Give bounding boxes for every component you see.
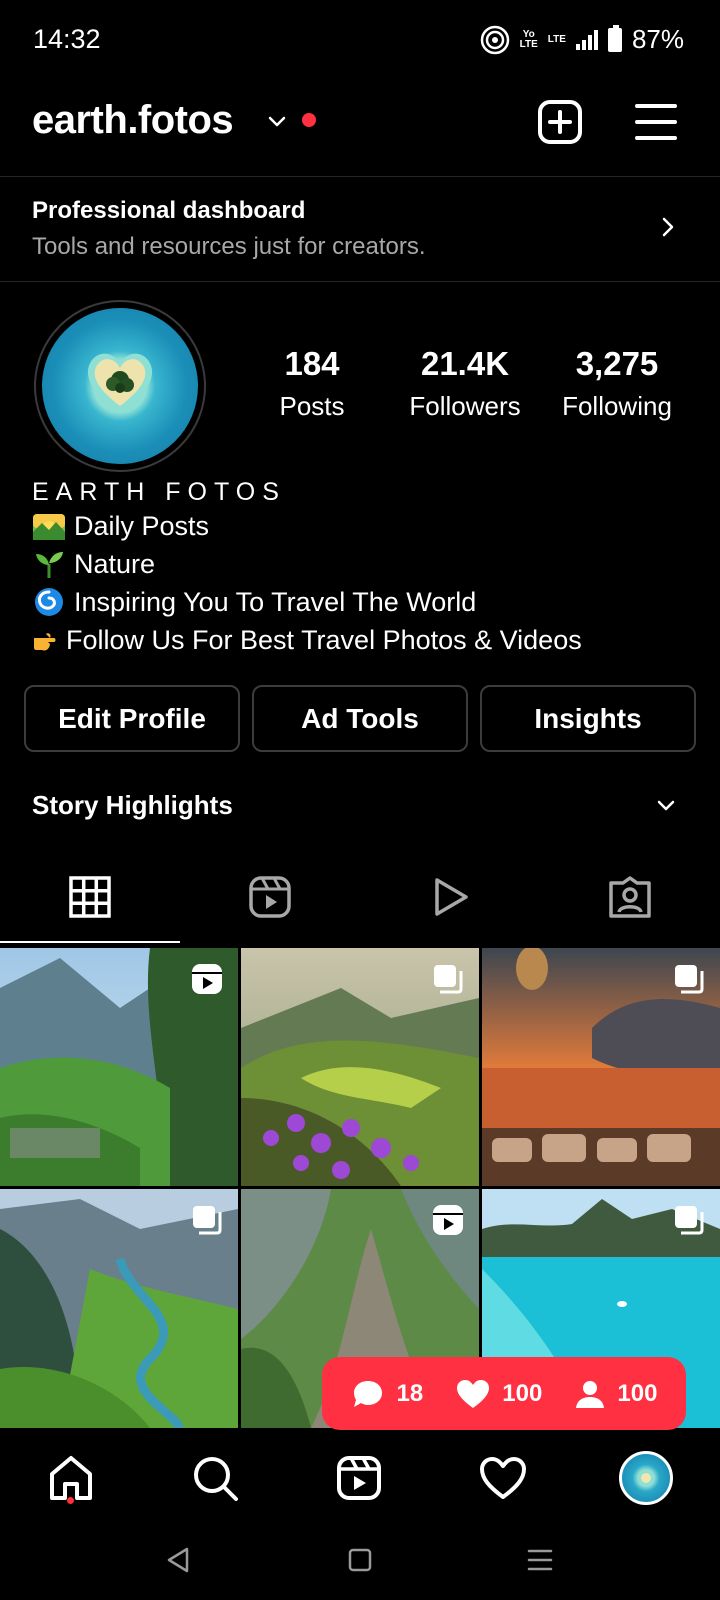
divider [0, 281, 720, 282]
home-activity-dot [67, 1497, 74, 1504]
profile-tabs [0, 855, 720, 945]
create-button[interactable] [536, 98, 584, 146]
chevron-down-icon[interactable] [266, 110, 288, 132]
menu-lines-icon [527, 1549, 553, 1571]
play-icon[interactable] [428, 875, 472, 919]
status-bar: 14:32 Yo LTE LTE 87% [0, 0, 720, 80]
reels-icon [337, 1456, 381, 1500]
comments-count: 18 [351, 1378, 423, 1410]
carousel-icon [675, 965, 704, 994]
active-tab-indicator [0, 941, 180, 943]
profile-tab[interactable] [618, 1450, 674, 1506]
stat-label: Posts [279, 391, 345, 421]
bio-line: Inspiring You To Travel The World [32, 586, 476, 618]
search-icon [194, 1457, 238, 1501]
professional-dashboard[interactable]: Professional dashboard Tools and resourc… [0, 177, 720, 280]
activity-notification-bubble[interactable]: 18 100 100 [322, 1357, 686, 1442]
heart-island-image [87, 353, 153, 414]
display-name: EARTH FOTOS [32, 478, 286, 506]
carousel-icon [434, 965, 463, 994]
post-tile[interactable] [482, 948, 720, 1186]
chevron-down-icon[interactable] [656, 798, 676, 814]
stat-label: Followers [409, 391, 521, 421]
bio-line: Daily Posts [32, 510, 209, 542]
status-icons: Yo LTE LTE 87% [480, 24, 684, 55]
heart-outline-icon [480, 1457, 526, 1499]
likes-count: 100 [456, 1379, 542, 1409]
recents-button[interactable] [522, 1542, 558, 1578]
battery-icon [607, 24, 622, 52]
plus-square-icon [538, 100, 582, 144]
dashboard-title: Professional dashboard [32, 197, 306, 224]
follows-count: 100 [575, 1379, 657, 1409]
stat-value: 21.4K [420, 345, 510, 382]
tagged-icon[interactable] [608, 875, 652, 919]
stat-value: 184 [284, 345, 340, 382]
followers-count[interactable]: 21.4K Followers [400, 345, 530, 422]
back-button[interactable] [160, 1542, 196, 1578]
insights-button[interactable]: Insights [480, 685, 696, 752]
system-navigation [0, 1530, 720, 1600]
hotspot-icon [480, 25, 509, 54]
comment-icon [353, 1380, 382, 1407]
signal-icon [575, 29, 598, 50]
volte-indicator: Yo LTE [519, 28, 538, 50]
avatar [619, 1451, 673, 1505]
reel-icon [192, 964, 222, 994]
avatar[interactable] [42, 308, 198, 464]
hamburger-icon [635, 104, 677, 140]
home-icon [50, 1456, 92, 1500]
reels-icon[interactable] [248, 875, 292, 919]
profile-header: earth.fotos [0, 80, 720, 176]
activity-tab[interactable] [475, 1450, 531, 1506]
account-switcher[interactable]: earth.fotos [32, 98, 234, 143]
posts-count[interactable]: 184 Posts [262, 345, 362, 422]
person-icon [576, 1380, 605, 1408]
bottom-navigation [0, 1430, 720, 1530]
seedling-icon [36, 552, 63, 578]
edit-profile-button[interactable]: Edit Profile [24, 685, 240, 752]
carousel-icon [193, 1206, 222, 1235]
notification-dot [302, 113, 316, 127]
dashboard-subtitle: Tools and resources just for creators. [32, 233, 426, 260]
status-time: 14:32 [33, 24, 101, 54]
post-tile[interactable] [0, 948, 238, 1186]
grid-icon[interactable] [68, 875, 112, 919]
pointing-hand-icon [34, 633, 56, 651]
post-tile[interactable] [0, 1189, 238, 1428]
home-button[interactable] [342, 1542, 378, 1578]
post-tile[interactable] [241, 948, 479, 1186]
chevron-right-icon [662, 217, 674, 237]
stat-label: Following [562, 391, 672, 421]
battery-percent: 87% [631, 24, 684, 54]
menu-button[interactable] [632, 98, 680, 146]
story-highlights-label[interactable]: Story Highlights [32, 790, 233, 821]
posts-grid [0, 948, 720, 1428]
sunrise-over-mountains-icon [33, 514, 65, 540]
carousel-icon [675, 1206, 704, 1235]
square-icon [348, 1548, 372, 1572]
cyclone-icon [35, 588, 63, 616]
bio-line: Nature [32, 548, 155, 580]
reel-icon [433, 1205, 463, 1235]
back-triangle-icon [167, 1547, 189, 1573]
following-count[interactable]: 3,275 Following [552, 345, 682, 422]
search-tab[interactable] [187, 1450, 243, 1506]
heart-icon [457, 1379, 490, 1408]
reels-tab[interactable] [331, 1450, 387, 1506]
lte-indicator: LTE [547, 33, 566, 45]
bio-line: Follow Us For Best Travel Photos & Video… [32, 624, 582, 656]
ad-tools-button[interactable]: Ad Tools [252, 685, 468, 752]
stat-value: 3,275 [575, 345, 659, 382]
